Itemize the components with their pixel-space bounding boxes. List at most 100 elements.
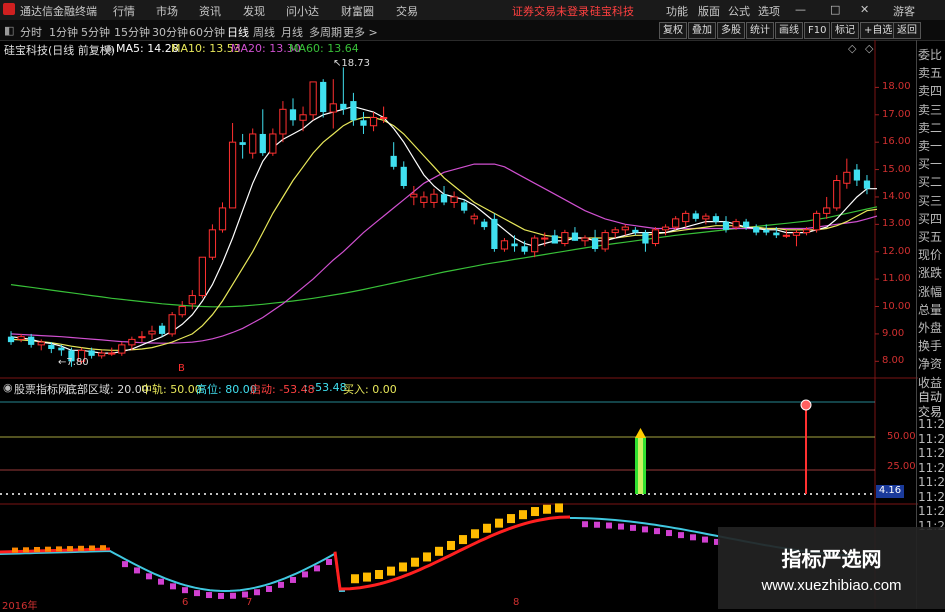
collapse-icon[interactable]: ◧ — [4, 24, 14, 37]
candle-body — [651, 229, 660, 245]
candle-body — [541, 237, 549, 240]
price-tick-label: 13.00 — [882, 218, 911, 230]
period-tab-60min[interactable]: 60分钟 — [189, 24, 225, 40]
add-watchlist-button[interactable]: +自选 — [860, 22, 897, 39]
osc-dot — [134, 567, 140, 574]
quote-field-label: 买四 — [918, 211, 943, 226]
chart-canvas[interactable] — [0, 40, 918, 609]
period-tab-15min[interactable]: 15分钟 — [114, 24, 150, 40]
menu-item-wealth[interactable]: 财富圈 — [341, 3, 374, 19]
candle-body — [340, 103, 347, 110]
candle-body — [812, 212, 821, 231]
candle-body — [228, 141, 237, 209]
app-logo-icon — [3, 3, 15, 15]
menu-item-quotes[interactable]: 行情 — [113, 3, 135, 19]
osc-dot — [12, 547, 18, 553]
period-tab-daily[interactable]: 日线 — [227, 24, 249, 40]
candle-body — [632, 229, 639, 233]
price-tick-label: 8.00 — [882, 355, 905, 367]
candle-body — [682, 212, 690, 223]
mark-button[interactable]: 标记 — [831, 22, 859, 39]
osc-dot — [531, 507, 539, 517]
price-tick-label: 11.00 — [882, 273, 911, 285]
osc-dot — [266, 585, 272, 592]
close-icon[interactable]: ✕ — [860, 3, 869, 16]
trade-login-notice[interactable]: 证券交易未登录 — [512, 3, 589, 19]
period-tab-monthly[interactable]: 月线 — [281, 24, 303, 40]
period-tab-weekly[interactable]: 周线 — [253, 24, 275, 40]
candle-body — [309, 81, 317, 116]
multi-stock-button[interactable]: 多股 — [717, 22, 745, 39]
quote-field-label: 卖一 — [918, 139, 943, 153]
candle-body — [329, 103, 337, 113]
menu-item-news[interactable]: 资讯 — [199, 3, 221, 19]
osc-dot — [170, 583, 176, 590]
osc-dot — [399, 562, 407, 572]
quote-field-label: 卖四 — [918, 84, 943, 99]
date-label: 8 — [513, 597, 520, 608]
candle-body — [843, 171, 851, 184]
osc-dot — [435, 546, 443, 556]
osc-dot — [278, 581, 284, 588]
osc-dot — [606, 522, 612, 529]
candle-body — [591, 238, 599, 249]
price-tick-label: 12.00 — [882, 245, 911, 257]
x-label: : -53.48 — [304, 381, 347, 394]
candle-body — [521, 246, 528, 252]
watermark-title: 指标严选网 — [781, 547, 882, 571]
candle-body — [491, 218, 498, 249]
period-tab-more[interactable]: 更多 > — [343, 24, 378, 40]
menu-item-formula[interactable]: 公式 — [728, 3, 750, 19]
minimize-icon[interactable]: — — [795, 3, 806, 16]
f10-button[interactable]: F10 — [804, 22, 831, 39]
menu-item-ask[interactable]: 问小达 — [286, 3, 319, 19]
osc-dot — [630, 524, 636, 531]
osc-dot — [654, 528, 660, 535]
osc-dot — [543, 504, 551, 514]
candle-body — [722, 221, 730, 230]
osc-dot — [194, 590, 200, 597]
trade-time-label: 11:29 — [918, 489, 945, 504]
price-tick-label: 17.00 — [882, 108, 911, 120]
quote-field-label: 买五 — [918, 230, 943, 244]
quote-field-label: 买三 — [918, 193, 943, 208]
trade-time-label: 11:28 — [918, 446, 945, 460]
candle-body — [188, 295, 196, 305]
period-tab-multi[interactable]: 多周期 — [309, 24, 342, 40]
period-tab-tick[interactable]: 分时 — [20, 24, 42, 40]
indicator-name: 股票指标网 — [14, 383, 69, 396]
osc-dot — [23, 547, 29, 553]
indicator-icon[interactable]: ◉ — [3, 381, 13, 394]
back-button[interactable]: 返回 — [893, 22, 921, 39]
maximize-icon[interactable]: □ — [830, 3, 840, 16]
osc-dot — [582, 521, 588, 528]
candle-body — [158, 325, 166, 334]
menu-item-function[interactable]: 功能 — [666, 3, 688, 19]
osc-dot — [78, 545, 84, 551]
menu-item-market[interactable]: 市场 — [156, 3, 178, 19]
candle-body — [400, 166, 407, 186]
osc-dot — [34, 546, 40, 552]
osc-dot — [363, 572, 371, 582]
stats-button[interactable]: 统计 — [746, 22, 774, 39]
candle-body — [138, 336, 146, 339]
candle-body — [461, 202, 468, 211]
menu-item-layout[interactable]: 版面 — [698, 3, 720, 19]
menu-item-trade[interactable]: 交易 — [396, 3, 418, 19]
candle-body — [269, 133, 277, 154]
adjust-button[interactable]: 复权 — [659, 22, 687, 39]
menu-item-options[interactable]: 选项 — [758, 3, 780, 19]
guest-label[interactable]: 游客 — [893, 3, 915, 19]
mid-rail-label: 中轨: 50.00 — [141, 383, 202, 396]
menu-item-discover[interactable]: 发现 — [243, 3, 265, 19]
date-label: 2016年 — [2, 601, 38, 612]
overlay-button[interactable]: 叠加 — [688, 22, 716, 39]
osc-dot — [89, 545, 95, 551]
draw-line-button[interactable]: 画线 — [775, 22, 803, 39]
period-tab-5min[interactable]: 5分钟 — [81, 24, 110, 40]
ma10-line — [10, 116, 878, 351]
candle-body — [481, 221, 488, 228]
period-tab-30min[interactable]: 30分钟 — [152, 24, 188, 40]
period-tab-1min[interactable]: 1分钟 — [49, 24, 78, 40]
candle-body — [712, 216, 720, 222]
